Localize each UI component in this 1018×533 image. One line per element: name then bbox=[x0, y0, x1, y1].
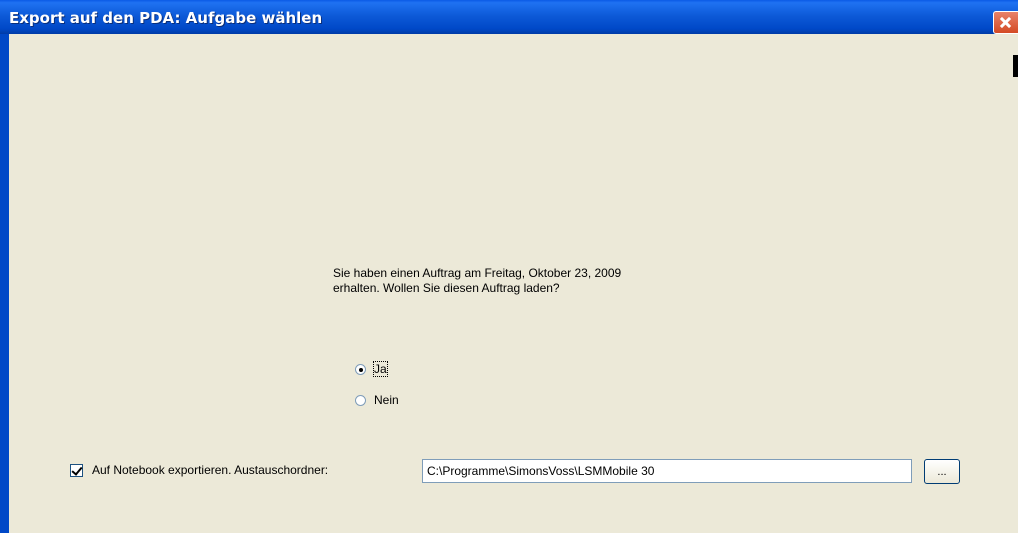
radio-option-nein[interactable]: Nein bbox=[355, 393, 399, 407]
window-left-border bbox=[0, 34, 9, 533]
radio-nein[interactable] bbox=[355, 394, 366, 406]
close-button[interactable] bbox=[993, 11, 1018, 34]
export-notebook-checkbox[interactable] bbox=[70, 463, 83, 477]
radio-ja[interactable] bbox=[355, 363, 366, 375]
radio-ja-label[interactable]: Ja bbox=[373, 361, 388, 377]
order-message: Sie haben einen Auftrag am Freitag, Okto… bbox=[333, 266, 621, 296]
export-notebook-option[interactable]: Auf Notebook exportieren. Austauschordne… bbox=[70, 463, 328, 477]
window-title: Export auf den PDA: Aufgabe wählen bbox=[9, 9, 323, 27]
title-bar[interactable]: Export auf den PDA: Aufgabe wählen bbox=[0, 0, 1018, 34]
message-line-2: erhalten. Wollen Sie diesen Auftrag lade… bbox=[333, 281, 560, 295]
radio-option-ja[interactable]: Ja bbox=[355, 361, 388, 377]
window-edge-marker bbox=[1013, 55, 1018, 77]
message-line-1: Sie haben einen Auftrag am Freitag, Okto… bbox=[333, 266, 622, 280]
exchange-folder-input[interactable] bbox=[422, 459, 912, 483]
export-notebook-label[interactable]: Auf Notebook exportieren. Austauschordne… bbox=[92, 463, 328, 477]
radio-nein-label[interactable]: Nein bbox=[374, 393, 399, 407]
dialog-window: Export auf den PDA: Aufgabe wählen Sie h… bbox=[0, 0, 1018, 533]
browse-folder-button[interactable]: ... bbox=[924, 459, 960, 484]
